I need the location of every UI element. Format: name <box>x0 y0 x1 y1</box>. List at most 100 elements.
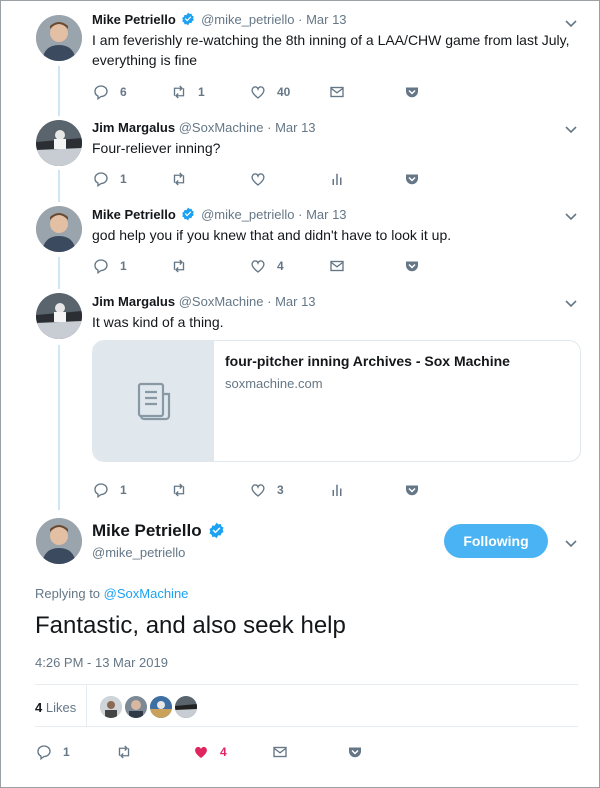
tweet-text: Four-reliever inning? <box>92 140 221 156</box>
retweet-button[interactable]: 1 <box>170 83 205 101</box>
card-thumbnail <box>93 341 214 461</box>
liker-avatar[interactable] <box>100 696 122 718</box>
thread-line <box>58 66 60 116</box>
save-button[interactable] <box>403 481 421 499</box>
envelope-icon <box>273 746 287 758</box>
analytics-button[interactable] <box>328 170 346 188</box>
author-handle[interactable]: @mike_petriello <box>201 12 294 27</box>
author-name[interactable]: Mike Petriello <box>92 207 176 222</box>
document-icon <box>137 382 170 421</box>
reply-icon <box>37 745 51 761</box>
main-tweet-text: Fantastic, and also seek help <box>35 612 346 639</box>
direct-message-button[interactable] <box>328 83 346 101</box>
retweet-icon <box>118 745 130 759</box>
heart-filled-icon <box>195 746 207 758</box>
retweet-button[interactable] <box>170 481 188 499</box>
like-count: 4 <box>220 745 227 759</box>
thread-line <box>58 170 60 202</box>
author-handle[interactable]: @SoxMachine <box>179 120 264 135</box>
reply-icon <box>94 85 108 101</box>
chevron-down-icon[interactable] <box>564 296 578 310</box>
avatar-jim-margalus[interactable] <box>36 120 82 166</box>
like-count: 40 <box>277 85 291 99</box>
author-handle[interactable]: @mike_petriello <box>201 207 294 222</box>
avatar-mike-petriello[interactable] <box>36 206 82 252</box>
dot-separator: · <box>267 120 272 135</box>
reply-icon <box>94 483 108 499</box>
following-button[interactable]: Following <box>444 524 548 558</box>
like-button[interactable]: 40 <box>249 83 290 101</box>
tweet-timestamp[interactable]: 4:26 PM - 13 Mar 2019 <box>35 655 168 670</box>
like-button[interactable]: 4 <box>192 743 227 761</box>
liker-avatar[interactable] <box>150 696 172 718</box>
liker-avatar[interactable] <box>175 696 197 718</box>
like-button[interactable]: 4 <box>249 257 284 275</box>
reply-button[interactable]: 1 <box>35 743 70 761</box>
analytics-icon <box>332 484 342 496</box>
verified-badge-icon <box>181 207 195 221</box>
direct-message-button[interactable] <box>328 257 346 275</box>
verified-badge-icon <box>181 12 195 26</box>
tweet-text: god help you if you knew that and didn't… <box>92 227 452 243</box>
reply-button[interactable]: 1 <box>92 170 127 188</box>
retweet-icon <box>173 483 185 497</box>
main-author-handle[interactable]: @mike_petriello <box>92 545 185 560</box>
avatar-mike-petriello[interactable] <box>36 518 82 564</box>
link-preview-card[interactable]: four-pitcher inning Archives - Sox Machi… <box>92 340 581 462</box>
author-name[interactable]: Mike Petriello <box>92 12 176 27</box>
like-count: 4 <box>277 259 284 273</box>
tweet-text: I am feverishly re-watching the 8th inni… <box>92 32 570 68</box>
avatar-jim-margalus[interactable] <box>36 293 82 339</box>
dot-separator: · <box>267 294 272 309</box>
divider <box>86 685 87 726</box>
card-title[interactable]: four-pitcher inning Archives - Sox Machi… <box>225 353 510 369</box>
retweet-button[interactable] <box>115 743 133 761</box>
author-handle[interactable]: @SoxMachine <box>179 294 264 309</box>
likes-stat[interactable]: 4 Likes <box>35 700 76 715</box>
divider <box>35 726 578 727</box>
save-button[interactable] <box>346 743 364 761</box>
reply-icon <box>94 172 108 188</box>
liker-avatar[interactable] <box>125 696 147 718</box>
replying-prefix: Replying to <box>35 586 101 601</box>
tweet-date[interactable]: Mar 13 <box>275 294 315 309</box>
liker-avatars <box>100 696 197 718</box>
like-button[interactable]: 3 <box>249 481 284 499</box>
card-domain: soxmachine.com <box>225 376 323 391</box>
reply-icon <box>94 259 108 275</box>
save-button[interactable] <box>403 170 421 188</box>
save-button[interactable] <box>403 83 421 101</box>
retweet-icon <box>173 85 185 99</box>
reply-button[interactable]: 1 <box>92 257 127 275</box>
pocket-icon <box>406 87 418 98</box>
reply-button[interactable]: 6 <box>92 83 127 101</box>
thread-line <box>58 257 60 289</box>
retweet-button[interactable] <box>170 170 188 188</box>
replying-to: Replying to @SoxMachine <box>35 586 188 601</box>
chevron-down-icon[interactable] <box>564 209 578 223</box>
pocket-icon <box>349 747 361 758</box>
tweet-date[interactable]: Mar 13 <box>275 120 315 135</box>
tweet-date[interactable]: Mar 13 <box>306 12 346 27</box>
reply-button[interactable]: 1 <box>92 481 127 499</box>
author-name[interactable]: Jim Margalus <box>92 120 175 135</box>
like-button[interactable] <box>249 170 267 188</box>
like-count: 3 <box>277 483 284 497</box>
analytics-icon <box>332 173 342 185</box>
replying-to-link[interactable]: @SoxMachine <box>104 586 189 601</box>
chevron-down-icon[interactable] <box>564 122 578 136</box>
save-button[interactable] <box>403 257 421 275</box>
main-author-name[interactable]: Mike Petriello <box>92 521 202 540</box>
chevron-down-icon[interactable] <box>564 16 578 30</box>
reply-count: 1 <box>120 259 127 273</box>
retweet-button[interactable] <box>170 257 188 275</box>
tweet-date[interactable]: Mar 13 <box>306 207 346 222</box>
analytics-button[interactable] <box>328 481 346 499</box>
chevron-down-icon[interactable] <box>564 536 578 550</box>
author-name[interactable]: Jim Margalus <box>92 294 175 309</box>
direct-message-button[interactable] <box>271 743 289 761</box>
dot-separator: · <box>298 207 303 222</box>
avatar-mike-petriello[interactable] <box>36 15 82 61</box>
reply-count: 1 <box>120 172 127 186</box>
likes-count: 4 <box>35 700 43 715</box>
